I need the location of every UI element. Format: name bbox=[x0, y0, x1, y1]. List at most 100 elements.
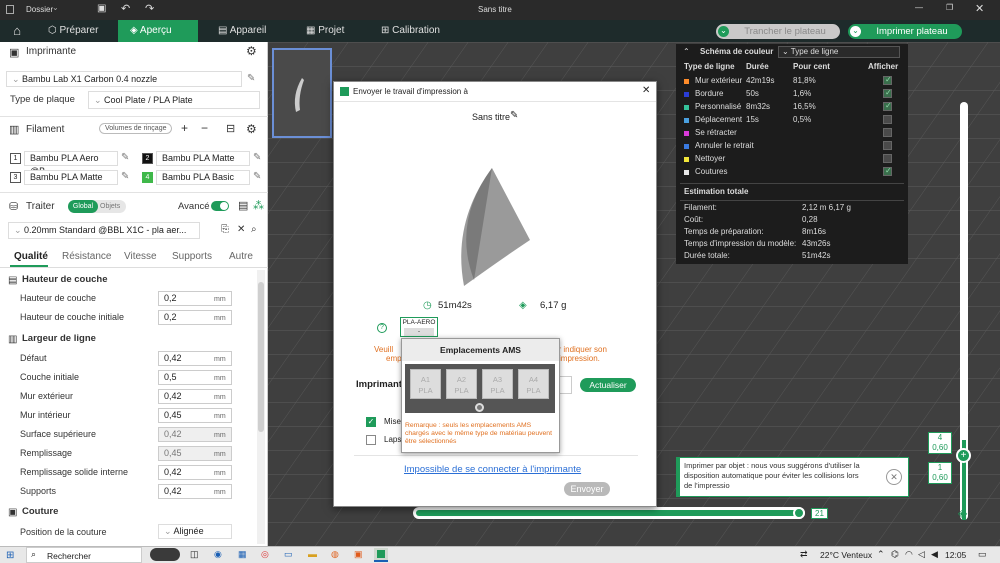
cannot-connect-link[interactable]: Impossible de se connecter à l'imprimant… bbox=[404, 464, 581, 475]
filament-select-1[interactable]: Bambu PLA Aero @B... bbox=[24, 151, 118, 176]
flush-volumes-button[interactable]: Volumes de rinçage bbox=[99, 123, 173, 134]
search-icon[interactable]: ⌕ bbox=[251, 224, 257, 235]
edit-icon[interactable]: ✎ bbox=[253, 152, 261, 163]
layers-toggle-icon[interactable]: ◈ bbox=[958, 506, 967, 520]
scrollbar-thumb[interactable] bbox=[258, 282, 264, 432]
show-checkbox[interactable]: ✓ bbox=[883, 166, 892, 176]
plate-thumbnail[interactable] bbox=[272, 48, 332, 138]
collapse-icon[interactable]: ⌃ bbox=[683, 47, 690, 56]
save-icon[interactable]: ▣ bbox=[97, 3, 106, 14]
gear-icon[interactable]: ⚙ bbox=[246, 122, 257, 136]
close-icon[interactable]: ✕ bbox=[642, 85, 650, 96]
edge-icon[interactable]: ◉ bbox=[214, 549, 222, 560]
widget-icon[interactable] bbox=[150, 548, 180, 561]
compare-icon[interactable]: ▤ bbox=[238, 199, 248, 212]
global-option[interactable]: Global bbox=[68, 200, 98, 213]
layer-slider-handle[interactable]: + bbox=[956, 448, 971, 463]
app-icon[interactable]: ▣ bbox=[354, 549, 363, 560]
save-preset-icon[interactable]: ⎘ bbox=[221, 224, 229, 235]
tab-project[interactable]: ▦ Projet bbox=[300, 20, 360, 42]
remove-filament-icon[interactable]: − bbox=[201, 121, 208, 135]
show-checkbox[interactable] bbox=[883, 154, 892, 163]
filament-select-2[interactable]: Bambu PLA Matte bbox=[156, 151, 250, 166]
tab-other[interactable]: Autre bbox=[229, 251, 253, 262]
home-icon[interactable]: ⌂ bbox=[0, 20, 34, 42]
windows-start-icon[interactable]: ⊞ bbox=[6, 550, 14, 561]
show-checkbox[interactable] bbox=[883, 141, 892, 150]
show-checkbox[interactable]: ✓ bbox=[883, 88, 892, 98]
scrollbar[interactable] bbox=[257, 270, 265, 544]
mail-icon[interactable]: ▭ bbox=[284, 549, 293, 560]
tab-quality[interactable]: Qualité bbox=[14, 251, 48, 262]
send-button[interactable]: Envoyer bbox=[564, 482, 610, 496]
print-plate-button[interactable]: ⌄ Imprimer plateau bbox=[848, 24, 962, 39]
tree-icon[interactable]: ⁂ bbox=[253, 199, 264, 212]
add-filament-icon[interactable]: + bbox=[181, 121, 188, 135]
ams-slot[interactable]: A4 PLA bbox=[518, 369, 549, 399]
filament-mapping-button[interactable]: PLA-AERO - bbox=[400, 317, 438, 337]
show-checkbox[interactable]: ✓ bbox=[883, 75, 892, 85]
notifications-icon[interactable]: ▭ bbox=[978, 549, 987, 560]
global-objects-toggle[interactable]: Global Objets bbox=[68, 200, 126, 213]
sync-ams-icon[interactable]: ⊟ bbox=[226, 122, 235, 135]
gear-icon[interactable]: ⚙ bbox=[246, 44, 257, 58]
network-icon[interactable]: ⌬ bbox=[891, 549, 899, 560]
edit-icon[interactable]: ✎ bbox=[253, 171, 261, 182]
filament-select-3[interactable]: Bambu PLA Matte bbox=[24, 170, 118, 185]
help-icon[interactable]: ? bbox=[377, 323, 387, 333]
color-scheme-select[interactable]: ⌄ Type de ligne bbox=[778, 46, 900, 58]
close-icon[interactable]: ✕ bbox=[886, 469, 902, 485]
option-checkbox-2[interactable] bbox=[366, 435, 376, 445]
tab-strength[interactable]: Résistance bbox=[62, 251, 111, 262]
close-window-icon[interactable]: ✕ bbox=[975, 2, 984, 15]
slice-plate-button[interactable]: ⌄ Trancher le plateau bbox=[716, 24, 840, 39]
edit-icon[interactable]: ✎ bbox=[510, 110, 518, 121]
folder-icon[interactable]: ▬ bbox=[308, 549, 317, 559]
move-slider-handle[interactable] bbox=[793, 507, 805, 519]
chevron-down-icon[interactable]: ⌄ bbox=[718, 26, 729, 37]
chevron-down-icon[interactable]: ⌄ bbox=[52, 3, 59, 12]
edit-icon[interactable]: ✎ bbox=[247, 73, 255, 84]
undo-icon[interactable]: ↶ bbox=[121, 2, 130, 15]
ams-slot[interactable]: A3 PLA bbox=[482, 369, 513, 399]
show-checkbox[interactable] bbox=[883, 115, 892, 124]
show-checkbox[interactable]: ✓ bbox=[883, 101, 892, 111]
store-icon[interactable]: ▦ bbox=[238, 549, 247, 560]
speaker-icon[interactable]: ◀ bbox=[931, 549, 938, 560]
seam-position-select[interactable]: ⌄ Alignée bbox=[158, 524, 232, 539]
option-checkbox-1[interactable]: ✓ bbox=[366, 417, 376, 427]
taskbar-search[interactable]: ⌕ Rechercher bbox=[26, 547, 142, 563]
tab-device[interactable]: ▤ Appareil bbox=[212, 20, 282, 42]
printer-select[interactable]: ⌄ Bambu Lab X1 Carbon 0.4 nozzle bbox=[6, 71, 242, 87]
tab-speed[interactable]: Vitesse bbox=[124, 251, 157, 262]
tab-preview[interactable]: ◈ Aperçu bbox=[118, 20, 198, 42]
ams-slot[interactable]: A2 PLA bbox=[446, 369, 477, 399]
process-preset-select[interactable]: ⌄ 0.20mm Standard @BBL X1C - pla aer... bbox=[8, 222, 200, 239]
tab-supports[interactable]: Supports bbox=[172, 251, 212, 262]
chrome-icon[interactable]: ◎ bbox=[261, 549, 269, 560]
edit-icon[interactable]: ✎ bbox=[121, 171, 129, 182]
filament-select-4[interactable]: Bambu PLA Basic bbox=[156, 170, 250, 185]
chevron-down-icon[interactable]: ⌄ bbox=[850, 26, 861, 37]
refresh-button[interactable]: Actualiser bbox=[580, 378, 636, 392]
maximize-icon[interactable]: ❐ bbox=[946, 3, 953, 12]
minimize-icon[interactable]: — bbox=[915, 3, 923, 12]
plate-type-select[interactable]: ⌄ Cool Plate / PLA Plate bbox=[88, 91, 260, 109]
move-slider[interactable] bbox=[413, 507, 805, 519]
firefox-icon[interactable]: ◍ bbox=[331, 549, 339, 560]
file-menu[interactable]: Dossier bbox=[26, 5, 53, 14]
bambu-studio-taskbar-icon[interactable] bbox=[374, 548, 388, 562]
tab-prepare[interactable]: ⬡ Préparer bbox=[38, 20, 108, 42]
edit-icon[interactable]: ✎ bbox=[121, 152, 129, 163]
tab-calibration[interactable]: ⊞ Calibration bbox=[375, 20, 465, 42]
close-icon[interactable]: ✕ bbox=[237, 224, 245, 235]
tray-chevron-icon[interactable]: ⌃ bbox=[877, 549, 885, 560]
wifi-icon[interactable]: ◠ bbox=[905, 549, 913, 560]
objects-option[interactable]: Objets bbox=[100, 200, 120, 213]
redo-icon[interactable]: ↷ bbox=[145, 2, 154, 15]
task-view-icon[interactable]: ◫ bbox=[190, 549, 199, 560]
ams-slot[interactable]: A1 PLA bbox=[410, 369, 441, 399]
volume-icon[interactable]: ◁ bbox=[918, 549, 925, 560]
advanced-toggle[interactable] bbox=[211, 201, 229, 211]
show-checkbox[interactable] bbox=[883, 128, 892, 137]
